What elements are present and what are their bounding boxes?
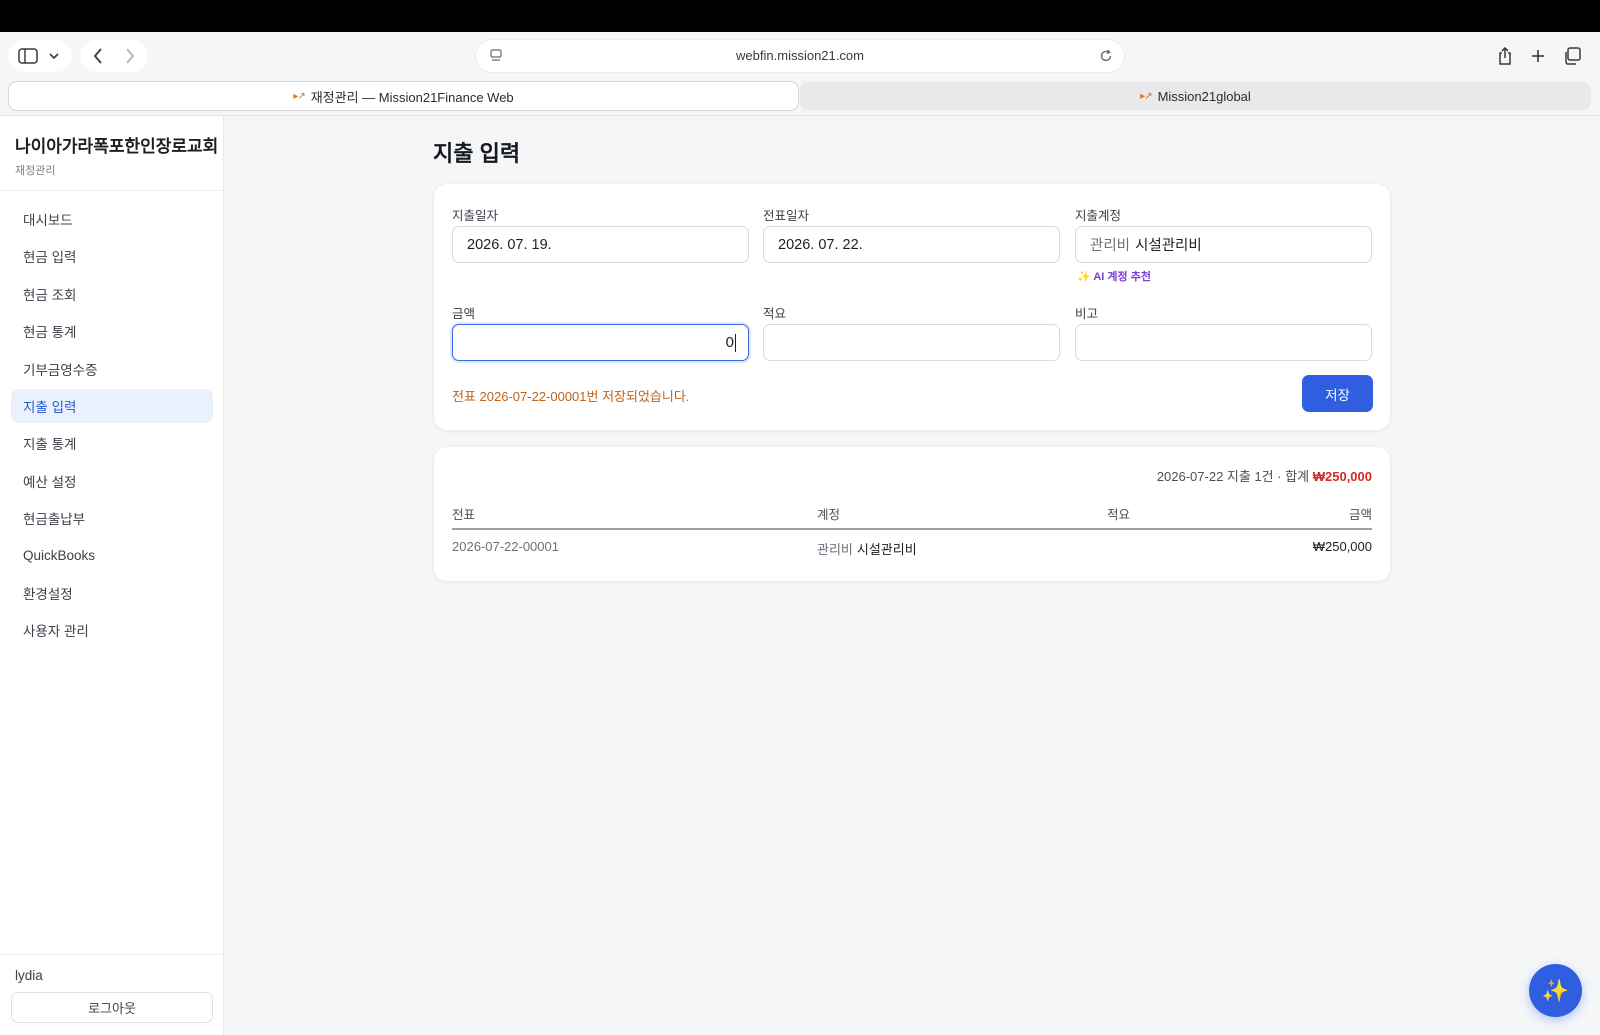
browser-toolbar: webfin.mission21.com xyxy=(0,32,1600,80)
sidebar-item-users[interactable]: 사용자 관리 xyxy=(11,613,213,647)
ai-assistant-button[interactable]: ✨ xyxy=(1529,964,1582,1017)
save-message: 전표 2026-07-22-00001번 저장되었습니다. xyxy=(452,389,690,404)
note-label: 비고 xyxy=(1075,307,1099,321)
sidebar-item-label: 지출 입력 xyxy=(23,399,77,415)
tabs-overview-icon[interactable] xyxy=(1561,44,1583,68)
sidebar-item-dashboard[interactable]: 대시보드 xyxy=(11,202,213,236)
expense-list-card: 2026-07-22 지출 1건 · 합계 ₩250,000 전표 계정 적요 … xyxy=(433,446,1391,582)
sidebar-item-expense-entry[interactable]: 지출 입력 xyxy=(11,388,213,423)
sidebar-item-label: 사용자 관리 xyxy=(23,624,89,640)
cell-account: 관리비 시설관리비 xyxy=(817,539,917,558)
sidebar-item-budget[interactable]: 예산 설정 xyxy=(11,464,213,498)
amount-input[interactable]: 0 xyxy=(452,324,749,361)
org-name: 나이아가라폭포한인장로교회 xyxy=(15,137,219,156)
sidebar-item-quickbooks[interactable]: QuickBooks xyxy=(11,539,213,573)
sidebar-item-label: 현금 조회 xyxy=(23,287,77,303)
account-value: 시설관리비 xyxy=(1135,238,1202,254)
tab-label: Mission21global xyxy=(1157,88,1251,104)
page-title: 지출 입력 xyxy=(433,141,521,166)
description-input[interactable] xyxy=(763,324,1060,361)
voucher-date-label: 전표일자 xyxy=(763,209,810,223)
expense-form-card: 지출일자 2026. 07. 19. 전표일자 2026. 07. 22. 지출… xyxy=(433,183,1391,431)
tab-bar: ▸↗ 재정관리 — Mission21Finance Web ▸↗ Missio… xyxy=(0,80,1600,116)
forward-icon[interactable] xyxy=(120,44,140,68)
divider xyxy=(0,190,223,191)
favicon-icon: ▸↗ xyxy=(1140,90,1152,102)
voucher-date-input[interactable]: 2026. 07. 22. xyxy=(763,226,1060,263)
sidebar-item-label: 지출 통계 xyxy=(23,437,77,453)
sidebar-item-cash-entry[interactable]: 현금 입력 xyxy=(11,239,213,273)
expense-date-label: 지출일자 xyxy=(452,209,499,223)
sidebar-item-label: 환경설정 xyxy=(23,586,73,602)
reload-icon[interactable] xyxy=(1098,48,1114,64)
expense-date-input[interactable]: 2026. 07. 19. xyxy=(452,226,749,263)
description-label: 적요 xyxy=(763,307,787,321)
daily-summary: 2026-07-22 지출 1건 · 합계 ₩250,000 xyxy=(1157,466,1372,485)
username: lydia xyxy=(15,968,43,983)
account-label: 지출계정 xyxy=(1075,209,1122,223)
org-subtitle: 재정관리 xyxy=(15,165,56,177)
cell-account-name: 시설관리비 xyxy=(856,542,917,557)
sidebar-item-label: 현금출납부 xyxy=(23,512,86,528)
address-bar[interactable]: webfin.mission21.com xyxy=(476,40,1124,72)
share-icon[interactable] xyxy=(1494,44,1516,68)
amount-value: 0 xyxy=(725,334,734,351)
divider xyxy=(0,954,223,955)
sidebar-item-label: 예산 설정 xyxy=(23,474,77,490)
column-header-voucher: 전표 xyxy=(452,508,476,522)
cell-amount: ₩250,000 xyxy=(1312,539,1372,554)
sparkle-icon: ✨ xyxy=(1541,977,1570,1003)
column-header-description: 적요 xyxy=(1107,508,1131,522)
note-input[interactable] xyxy=(1075,324,1372,361)
tab-global[interactable]: ▸↗ Mission21global xyxy=(800,82,1591,110)
sidebar: 나이아가라폭포한인장로교회 재정관리 대시보드 현금 입력 현금 조회 현금 통… xyxy=(0,116,224,1035)
sidebar-toggle-icon[interactable] xyxy=(16,46,40,66)
chevron-down-icon[interactable] xyxy=(46,46,62,66)
ai-recommend-link[interactable]: ✨ AI 계정 추천 xyxy=(1077,268,1151,284)
sidebar-item-label: QuickBooks xyxy=(23,548,96,564)
sidebar-item-cash-stats[interactable]: 현금 통계 xyxy=(11,314,213,348)
text-caret xyxy=(735,333,736,352)
amount-label: 금액 xyxy=(452,307,476,321)
tab-label: 재정관리 — Mission21Finance Web xyxy=(310,89,514,105)
sidebar-nav: 대시보드 현금 입력 현금 조회 현금 통계 기부금영수증 지출 입력 지출 통… xyxy=(11,202,213,651)
top-bar xyxy=(0,0,1600,32)
logout-button[interactable]: 로그아웃 xyxy=(11,992,213,1023)
save-button[interactable]: 저장 xyxy=(1302,375,1373,412)
favicon-icon: ▸↗ xyxy=(293,90,305,102)
new-tab-icon[interactable] xyxy=(1527,44,1549,68)
sidebar-item-donation-receipt[interactable]: 기부금영수증 xyxy=(11,352,213,386)
sidebar-item-label: 대시보드 xyxy=(23,213,73,228)
tab-finance[interactable]: ▸↗ 재정관리 — Mission21Finance Web xyxy=(9,82,798,110)
column-header-account: 계정 xyxy=(817,508,841,522)
sidebar-item-cashbook[interactable]: 현금출납부 xyxy=(11,501,213,535)
cell-voucher: 2026-07-22-00001 xyxy=(452,539,559,554)
header-divider xyxy=(452,528,1372,530)
url-text: webfin.mission21.com xyxy=(736,48,864,63)
sidebar-item-label: 현금 입력 xyxy=(23,250,77,266)
sidebar-item-cash-lookup[interactable]: 현금 조회 xyxy=(11,277,213,311)
sidebar-item-expense-stats[interactable]: 지출 통계 xyxy=(11,426,213,460)
back-icon[interactable] xyxy=(88,44,108,68)
sidebar-item-settings[interactable]: 환경설정 xyxy=(11,576,213,610)
cell-account-group: 관리비 xyxy=(817,542,853,557)
sidebar-item-label: 기부금영수증 xyxy=(23,362,98,378)
sidebar-item-label: 현금 통계 xyxy=(23,325,77,341)
account-group: 관리비 xyxy=(1090,238,1131,254)
column-header-amount: 금액 xyxy=(1348,508,1372,522)
account-select[interactable]: 관리비 시설관리비 xyxy=(1075,226,1372,263)
summary-total: ₩250,000 xyxy=(1312,469,1372,484)
summary-text: 2026-07-22 지출 1건 · 합계 xyxy=(1156,469,1313,484)
